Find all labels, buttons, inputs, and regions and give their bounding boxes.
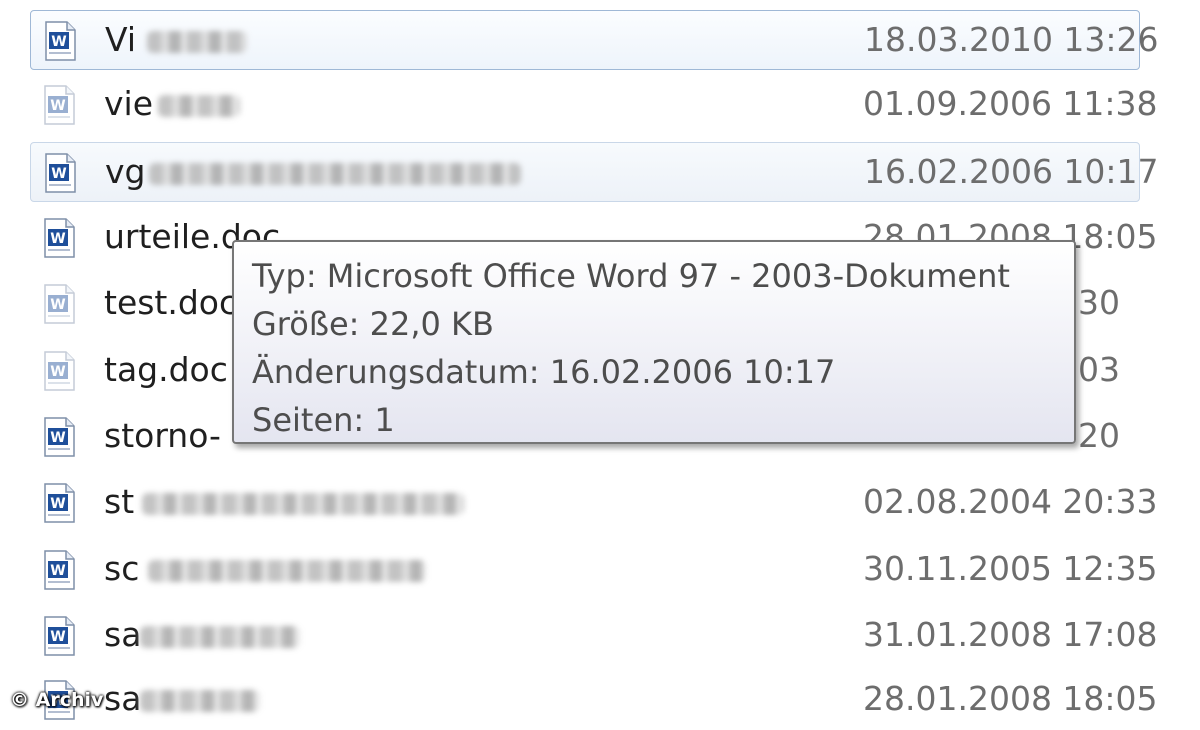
redacted-filename [147,31,247,53]
file-date: 02.08.2004 20:33 [863,482,1158,521]
svg-text:W: W [50,98,65,114]
file-date: 01.09.2006 11:38 [863,84,1158,123]
word-doc-icon-faded: W [44,351,75,391]
svg-text:W: W [50,496,65,512]
file-info-tooltip: Typ: Microsoft Office Word 97 - 2003-Dok… [232,240,1076,444]
redacted-filename [140,690,260,712]
word-doc-icon: W [44,218,75,258]
svg-text:W: W [51,166,66,182]
file-name[interactable]: Vi [105,20,136,60]
file-row-selected[interactable]: W Vi 18.03.2010 13:26 [30,10,1159,70]
file-name[interactable]: vg [105,152,145,192]
svg-text:W: W [50,563,65,579]
redacted-filename [148,560,426,582]
file-name[interactable]: sa [104,615,141,655]
file-row[interactable]: W st 02.08.2004 20:33 [30,473,1158,533]
file-date: 31.01.2008 17:08 [863,615,1158,654]
tooltip-modified-date: Änderungsdatum: 16.02.2006 10:17 [252,353,836,391]
svg-text:W: W [50,364,65,380]
word-doc-icon: W [45,153,76,193]
file-date: 20 [1078,416,1120,455]
file-date: 30 [1078,283,1120,322]
copyright-watermark: © Archiv [10,689,104,711]
svg-text:W: W [50,430,65,446]
svg-text:W: W [50,297,65,313]
word-doc-icon: W [44,616,75,656]
file-date: 28.01.2008 18:05 [863,679,1158,718]
word-doc-icon: W [44,483,75,523]
file-name[interactable]: vie [104,84,153,124]
file-row[interactable]: W sa 31.01.2008 17:08 [30,606,1158,666]
file-name[interactable]: sc [104,549,139,589]
file-name[interactable]: sa [104,679,141,719]
redacted-filename [142,493,464,515]
svg-text:W: W [51,34,66,50]
redacted-filename [140,626,300,648]
file-row[interactable]: W vie 01.09.2006 11:38 [30,75,1158,135]
file-date: 03 [1078,350,1120,389]
svg-text:W: W [50,629,65,645]
redacted-filename [158,95,240,117]
file-row[interactable]: W sc 30.11.2005 12:35 [30,540,1158,600]
word-doc-icon-faded: W [44,85,75,125]
file-date: 30.11.2005 12:35 [863,549,1158,588]
tooltip-type: Typ: Microsoft Office Word 97 - 2003-Dok… [252,257,1010,295]
file-name[interactable]: tag.doc [104,350,228,390]
redacted-filename [149,163,521,185]
file-date: 18.03.2010 13:26 [864,20,1159,59]
file-row-hovered[interactable]: W vg 16.02.2006 10:17 [30,142,1159,202]
file-name[interactable]: test.doc [104,283,237,323]
file-row[interactable]: W sa 28.01.2008 18:05 [30,670,1158,730]
file-date: 16.02.2006 10:17 [864,152,1159,191]
word-doc-icon-faded: W [44,284,75,324]
word-doc-icon: W [45,21,76,61]
tooltip-size: Größe: 22,0 KB [252,305,494,343]
file-name[interactable]: st [104,482,134,522]
word-doc-icon: W [44,550,75,590]
tooltip-pages: Seiten: 1 [252,401,395,439]
word-doc-icon: W [44,417,75,457]
svg-text:W: W [50,231,65,247]
file-name[interactable]: storno- [104,416,221,456]
